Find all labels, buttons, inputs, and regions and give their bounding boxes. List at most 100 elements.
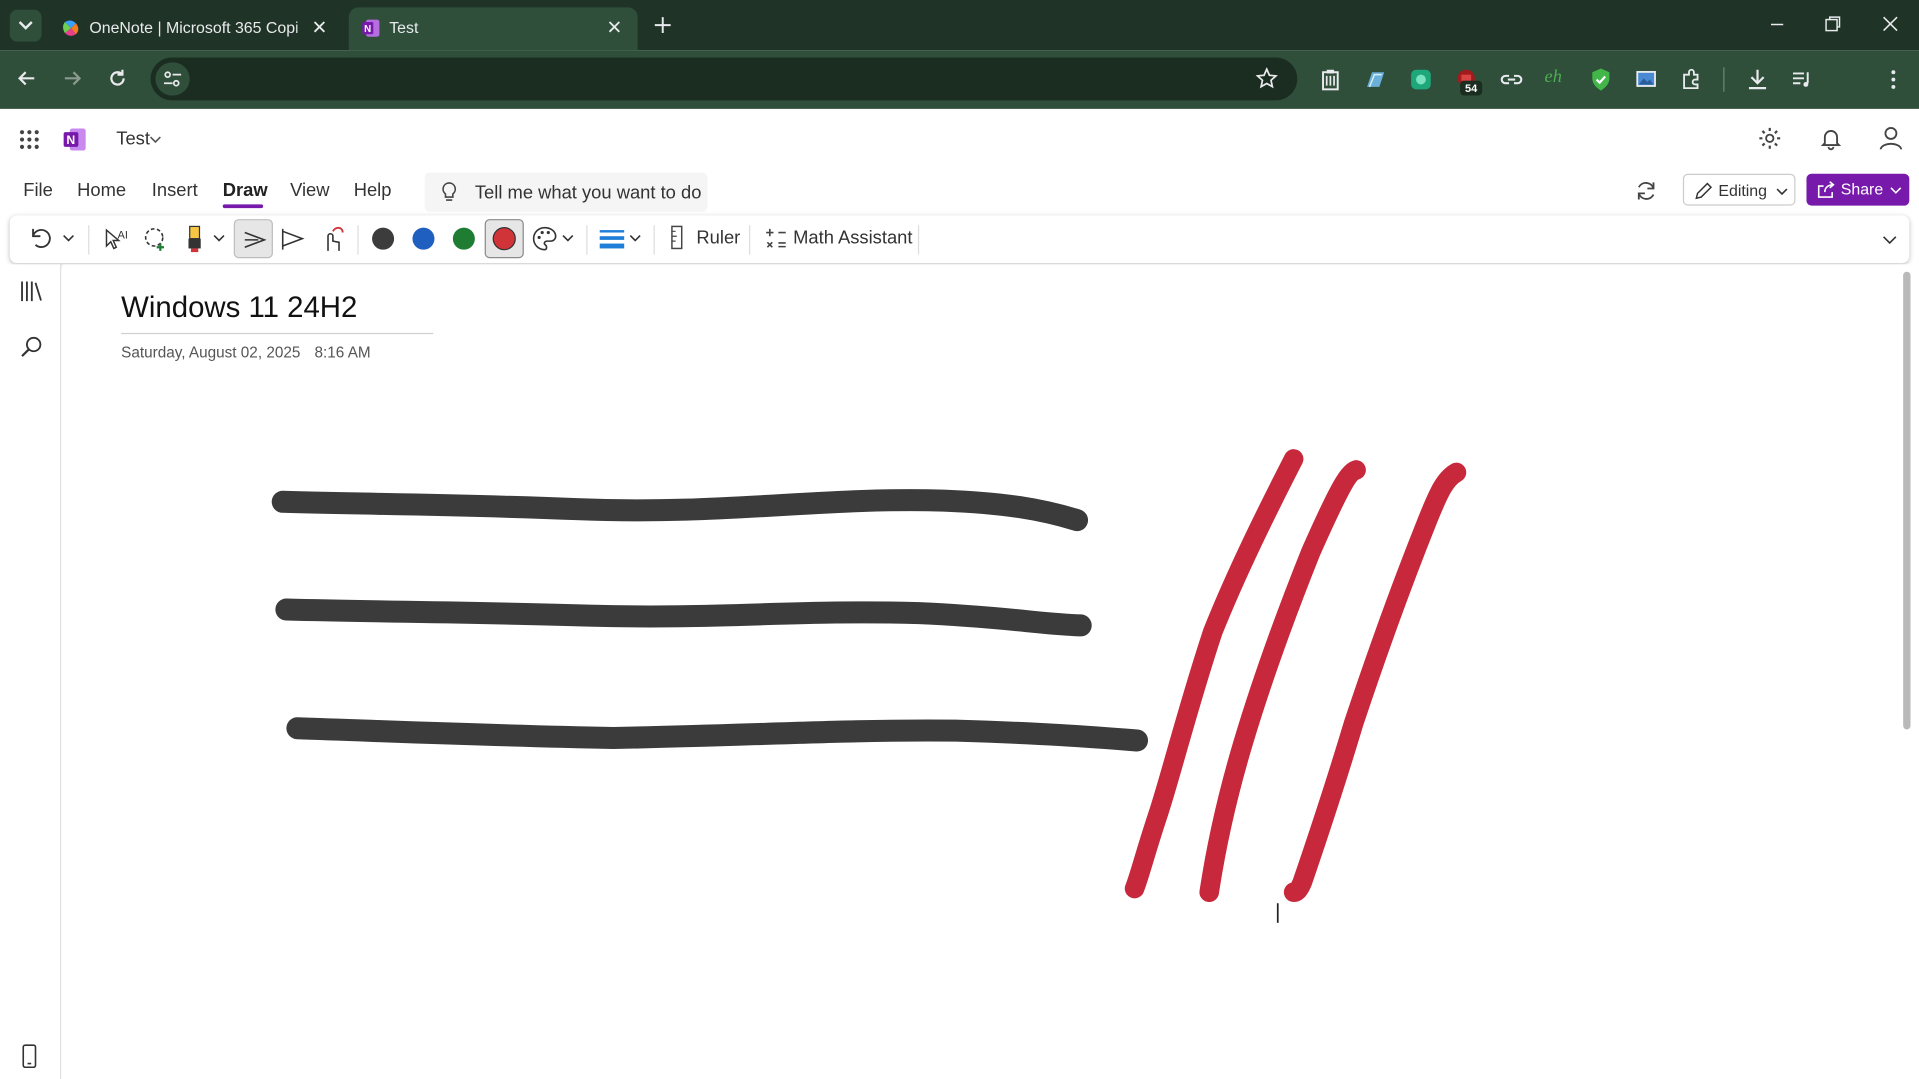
copilot-icon — [63, 20, 79, 36]
tell-me-placeholder: Tell me what you want to do — [474, 182, 702, 204]
ribbon-divider — [586, 225, 588, 255]
close-icon[interactable] — [311, 18, 328, 35]
chevron-down-icon[interactable] — [62, 234, 74, 244]
stroke-thickness-icon[interactable] — [598, 226, 625, 253]
address-bar[interactable] — [150, 57, 1298, 101]
account-icon[interactable] — [1877, 125, 1904, 152]
menu-insert[interactable]: Insert — [152, 180, 198, 201]
link-icon[interactable] — [1499, 67, 1523, 91]
search-icon[interactable] — [20, 335, 44, 359]
notes-extension-icon[interactable] — [1363, 67, 1387, 91]
menu-view[interactable]: View — [290, 180, 329, 201]
replay-ink-icon[interactable] — [279, 225, 306, 252]
eh-extension-icon[interactable]: eh — [1545, 67, 1569, 91]
pencil-icon — [1695, 182, 1713, 200]
lightbulb-icon — [442, 182, 457, 201]
ink-stroke-dark-1 — [271, 489, 1089, 532]
ribbon-divider — [357, 225, 359, 255]
tune-icon — [164, 71, 182, 87]
ruler-icon — [671, 225, 683, 250]
ink-stroke-dark-2 — [275, 598, 1092, 637]
tab-label: Test — [389, 18, 419, 37]
chevron-down-icon[interactable] — [149, 135, 161, 145]
media-control-icon[interactable] — [1791, 67, 1815, 91]
editing-label: Editing — [1718, 181, 1768, 200]
app-header: N Test — [0, 108, 1919, 171]
type-select-icon[interactable]: AI — [103, 225, 130, 252]
extension-badge: 54 — [1460, 80, 1483, 96]
menu-file[interactable]: File — [23, 180, 53, 201]
minimize-icon[interactable] — [1769, 16, 1786, 33]
ink-drawing-layer[interactable] — [62, 264, 1886, 1079]
ribbon-divider — [749, 225, 751, 255]
left-nav-pane — [0, 264, 62, 1079]
clipboard-extension-icon[interactable] — [1318, 67, 1342, 91]
sync-icon[interactable] — [1634, 179, 1658, 203]
notebooks-library-icon[interactable] — [20, 279, 44, 303]
chevron-down-icon[interactable] — [213, 234, 225, 244]
bookmark-star-icon[interactable] — [1255, 67, 1278, 89]
pen-color-dark[interactable] — [371, 226, 395, 250]
chevron-down-icon[interactable] — [629, 234, 641, 244]
share-button[interactable]: Share — [1806, 173, 1910, 206]
ink-stroke-dark-3 — [286, 717, 1149, 752]
chevron-down-icon — [1776, 188, 1788, 196]
page-canvas[interactable]: Windows 11 24H2 Saturday, August 02, 202… — [62, 264, 1919, 1079]
svg-text:N: N — [364, 24, 371, 35]
highlighter-icon[interactable] — [181, 224, 208, 253]
toolbar-divider — [1723, 67, 1725, 92]
app-launcher-icon[interactable] — [18, 129, 40, 151]
ink-to-shape-button[interactable] — [233, 219, 273, 259]
window-close-icon[interactable] — [1881, 15, 1899, 33]
download-icon[interactable] — [1745, 67, 1769, 91]
close-icon[interactable] — [606, 18, 623, 35]
chevron-down-icon[interactable] — [562, 234, 574, 244]
menu-home[interactable]: Home — [77, 180, 126, 201]
new-tab-icon[interactable] — [652, 15, 673, 36]
forward-icon[interactable] — [61, 67, 83, 89]
tab-test[interactable]: N Test — [348, 7, 638, 51]
math-icon — [766, 228, 786, 248]
ribbon-divider — [917, 225, 920, 255]
tell-me-search[interactable]: Tell me what you want to do — [424, 172, 708, 212]
math-assistant-label: Math Assistant — [793, 227, 913, 249]
touch-draw-icon[interactable] — [318, 224, 345, 253]
back-icon[interactable] — [16, 67, 38, 89]
reload-icon[interactable] — [106, 67, 128, 89]
menu-draw[interactable]: Draw — [223, 180, 268, 201]
undo-icon[interactable] — [27, 225, 51, 249]
onenote-icon: N — [362, 19, 380, 37]
share-icon — [1817, 181, 1835, 198]
restore-icon[interactable] — [1824, 15, 1842, 33]
draw-ribbon: AI Ruler Math Assistant — [9, 215, 1910, 264]
math-assistant-button[interactable]: Math Assistant — [761, 222, 914, 256]
ruler-button[interactable]: Ruler — [666, 222, 742, 256]
image-extension-icon[interactable] — [1634, 67, 1658, 91]
chevron-down-icon — [18, 21, 33, 30]
lasso-select-icon[interactable] — [142, 225, 169, 252]
tab-onenote-copilot[interactable]: OneNote | Microsoft 365 Copilot — [49, 7, 343, 50]
shield-icon[interactable] — [1589, 67, 1613, 91]
browser-menu-icon[interactable] — [1881, 67, 1905, 91]
pen-color-green[interactable] — [452, 226, 476, 250]
extensions-puzzle-icon[interactable] — [1679, 67, 1703, 91]
browser-tab-strip: OneNote | Microsoft 365 Copilot N Test — [0, 0, 1919, 51]
ruler-label: Ruler — [696, 227, 741, 249]
site-info-button[interactable] — [155, 62, 190, 96]
green-extension-icon[interactable] — [1409, 67, 1433, 91]
pen-color-red-selected[interactable] — [484, 219, 524, 259]
ribbon-expand-chevron-icon[interactable] — [1882, 235, 1897, 245]
menu-bar — [0, 170, 1919, 214]
editing-mode-button[interactable]: Editing — [1682, 173, 1796, 206]
pen-color-blue[interactable] — [411, 226, 435, 250]
notebook-name[interactable]: Test — [116, 129, 150, 150]
settings-gear-icon[interactable] — [1758, 126, 1782, 150]
active-menu-indicator — [222, 204, 264, 209]
menu-help[interactable]: Help — [354, 180, 392, 201]
notification-bell-icon[interactable] — [1819, 126, 1843, 151]
device-icon[interactable] — [20, 1044, 40, 1069]
tab-search-button[interactable] — [9, 9, 42, 42]
color-palette-icon[interactable] — [531, 225, 558, 252]
page-scrollbar[interactable] — [1903, 271, 1911, 730]
tab-label: OneNote | Microsoft 365 Copilot — [89, 18, 298, 37]
